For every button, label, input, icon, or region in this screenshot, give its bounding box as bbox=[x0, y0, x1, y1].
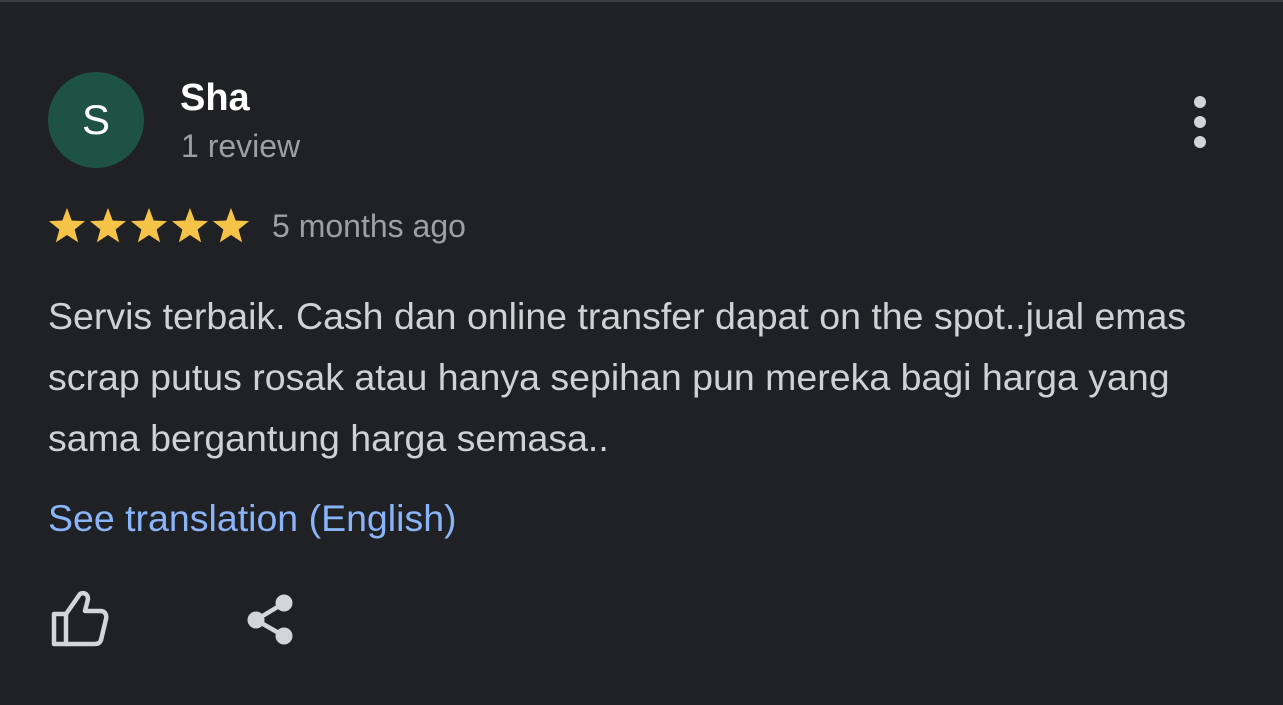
author-review-count: 1 review bbox=[181, 128, 301, 164]
review-card: S Sha 1 review 5 months ago Servis terba… bbox=[0, 0, 1283, 705]
star-icon bbox=[130, 208, 168, 243]
share-icon bbox=[247, 594, 293, 645]
like-button[interactable] bbox=[46, 584, 112, 650]
share-button[interactable] bbox=[238, 584, 304, 650]
more-options-button[interactable] bbox=[1180, 92, 1220, 152]
star-icon bbox=[89, 208, 127, 243]
avatar-initial: S bbox=[81, 96, 110, 143]
star-icon bbox=[171, 208, 209, 243]
star-rating bbox=[48, 207, 250, 245]
star-icon bbox=[212, 208, 250, 243]
review-text: Servis terbaik. Cash dan online transfer… bbox=[48, 295, 1187, 459]
author-name[interactable]: Sha bbox=[180, 76, 250, 120]
thumbs-up-icon bbox=[51, 590, 109, 647]
see-translation-link[interactable]: See translation (English) bbox=[48, 493, 457, 543]
avatar[interactable]: S bbox=[48, 72, 144, 168]
review-time: 5 months ago bbox=[272, 208, 466, 244]
rating-row: 5 months ago bbox=[48, 204, 466, 248]
star-icon bbox=[48, 208, 86, 243]
